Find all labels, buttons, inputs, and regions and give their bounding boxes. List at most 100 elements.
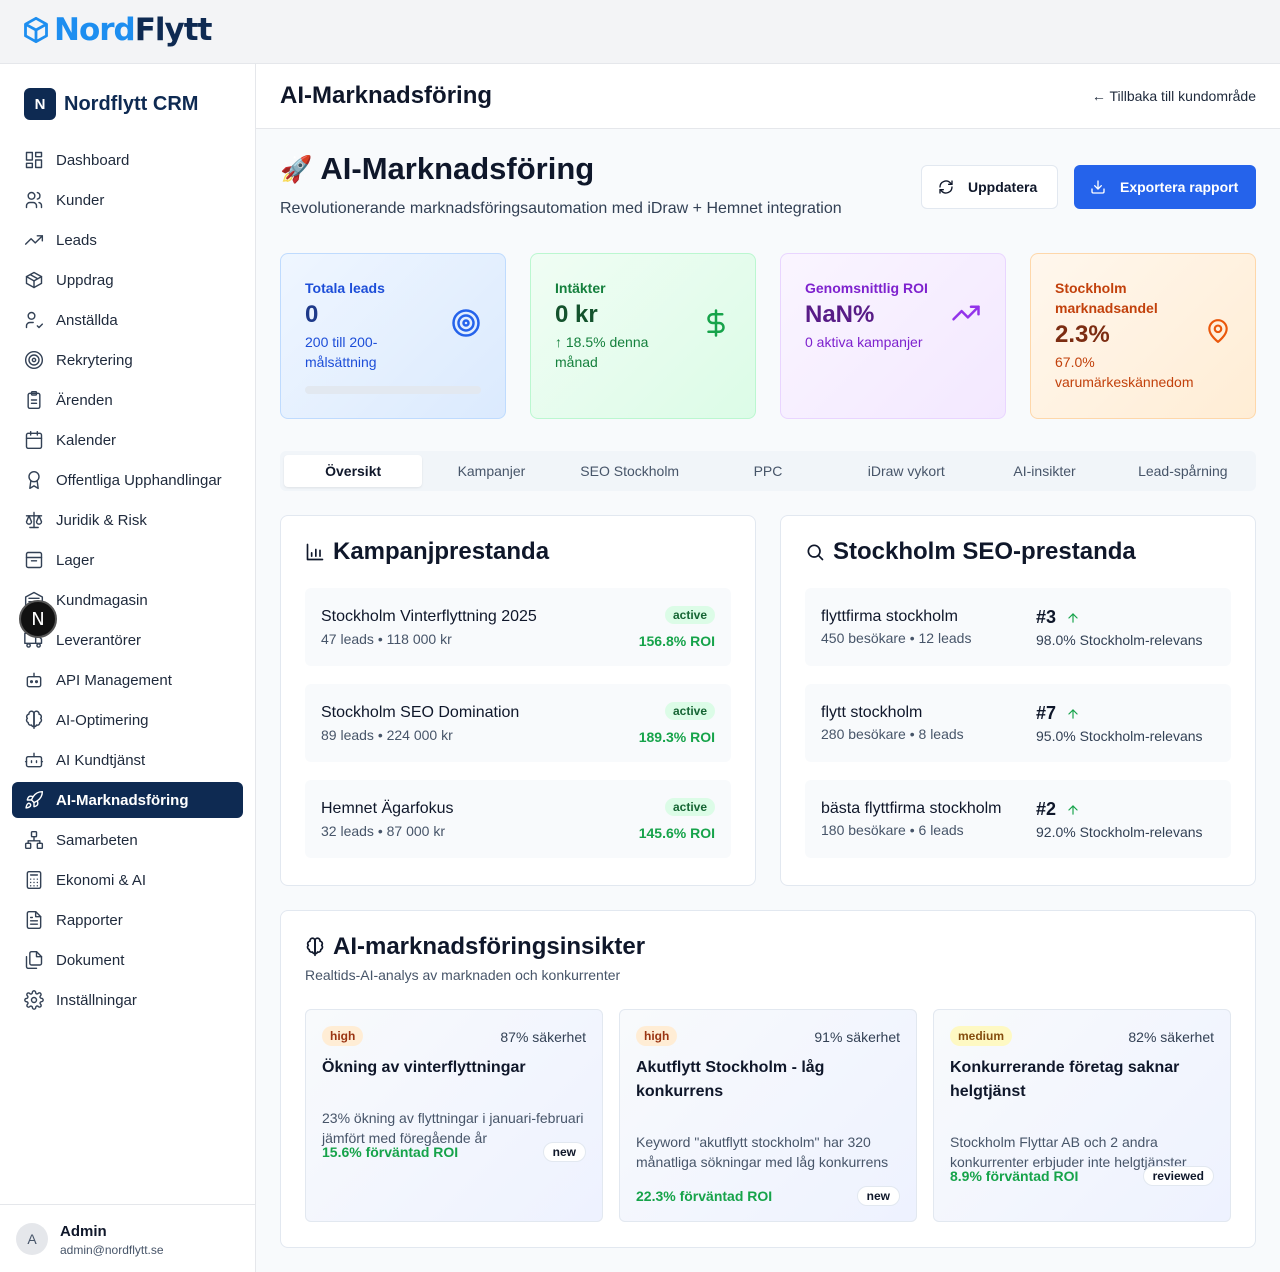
user-check-icon bbox=[25, 311, 44, 329]
dashboard-icon bbox=[25, 151, 43, 169]
rocket-emoji-icon: 🚀 bbox=[280, 153, 313, 184]
award-icon bbox=[28, 470, 40, 490]
back-link[interactable]: ← Tillbaka till kundområde bbox=[1092, 88, 1256, 104]
stat-subtext: 0 aktiva kampanjer bbox=[805, 334, 923, 350]
sidebar-item-uppdrag[interactable]: Uppdrag bbox=[12, 262, 243, 298]
sidebar-item-label: AI-Optimering bbox=[56, 711, 149, 729]
tab-lead-sparning[interactable]: Lead-spårning bbox=[1114, 455, 1252, 487]
brand-wordmark: NordFlytt bbox=[54, 12, 212, 48]
tab-oversikt[interactable]: Översikt bbox=[284, 455, 423, 487]
seo-keyword-row[interactable]: bästa flyttfirma stockholm 180 besökare •… bbox=[805, 780, 1231, 858]
campaign-meta: 32 leads • 87 000 kr bbox=[321, 823, 445, 839]
sidebar-item-label: Inställningar bbox=[56, 991, 137, 1009]
sidebar-item-label: Kundmagasin bbox=[56, 591, 148, 609]
confidence-text: 87% säkerhet bbox=[500, 1029, 586, 1045]
expected-roi: 22.3% förväntad ROI bbox=[636, 1188, 773, 1204]
target-icon bbox=[451, 308, 481, 343]
sidebar-item-label: Leads bbox=[56, 231, 97, 249]
card-title: Kampanjprestanda bbox=[305, 538, 549, 566]
sidebar-item-lager[interactable]: Lager bbox=[12, 542, 243, 578]
sidebar-item-ai-kundtjanst[interactable]: AI Kundtjänst bbox=[12, 742, 243, 778]
sidebar-item-leads[interactable]: Leads bbox=[12, 222, 243, 258]
sidebar-item-dokument[interactable]: Dokument bbox=[12, 942, 243, 978]
insight-title: Ökning av vinterflyttningar bbox=[322, 1059, 526, 1076]
campaign-roi: 145.6% ROI bbox=[638, 825, 715, 841]
file-text-icon bbox=[26, 910, 42, 930]
sidebar-item-label: Rekrytering bbox=[56, 351, 133, 369]
rank-value: #2 bbox=[1036, 799, 1057, 819]
sidebar-item-kalender[interactable]: Kalender bbox=[12, 422, 243, 458]
sidebar-item-label: Lager bbox=[56, 551, 95, 569]
update-button-label: Uppdatera bbox=[968, 179, 1038, 195]
sidebar-item-api-management[interactable]: API Management bbox=[12, 662, 243, 698]
archive-icon bbox=[25, 551, 43, 569]
campaign-row[interactable]: Hemnet Ägarfokus 32 leads • 87 000 kr acti… bbox=[305, 780, 731, 858]
sidebar-item-juridik-risk[interactable]: Juridik & Risk bbox=[12, 502, 243, 538]
sidebar-item-label: Anställda bbox=[56, 311, 118, 329]
sidebar-item-label: Samarbeten bbox=[56, 831, 138, 849]
sidebar-item-rapporter[interactable]: Rapporter bbox=[12, 902, 243, 938]
seo-keyword-row[interactable]: flyttfirma stockholm 450 besökare • 12 le… bbox=[805, 588, 1231, 666]
campaign-roi: 189.3% ROI bbox=[638, 729, 715, 745]
campaign-performance-card: Kampanjprestanda Stockholm Vinterflyttni… bbox=[280, 515, 756, 886]
arrow-up-icon bbox=[1068, 804, 1078, 815]
expected-roi: 8.9% förväntad ROI bbox=[950, 1168, 1079, 1184]
seo-keyword: bästa flyttfirma stockholm bbox=[821, 800, 1002, 817]
seo-keyword: flyttfirma stockholm bbox=[821, 608, 958, 625]
crm-logo-badge: N bbox=[24, 88, 56, 120]
insight-card[interactable]: high 91% säkerhet Akutflytt Stockholm - lå… bbox=[619, 1009, 917, 1222]
expected-roi: 15.6% förväntad ROI bbox=[322, 1144, 459, 1160]
crm-header[interactable]: N Nordflytt CRM bbox=[24, 88, 198, 120]
dev-tools-badge[interactable]: N bbox=[19, 600, 57, 638]
brand-bar: NordFlytt bbox=[0, 0, 1280, 64]
calendar-icon bbox=[25, 430, 43, 450]
sidebar-item-kunder[interactable]: Kunder bbox=[12, 182, 243, 218]
tab-seo-stockholm[interactable]: SEO Stockholm bbox=[561, 455, 699, 487]
confidence-text: 82% säkerhet bbox=[1128, 1029, 1214, 1045]
seo-rank: #7 bbox=[1036, 703, 1080, 724]
sidebar-item-offentliga-upphandlingar[interactable]: Offentliga Upphandlingar bbox=[12, 462, 243, 498]
users-icon bbox=[25, 191, 43, 209]
sidebar-item-ai-optimering[interactable]: AI-Optimering bbox=[12, 702, 243, 738]
tab-idraw-vykort[interactable]: iDraw vykort bbox=[837, 455, 975, 487]
seo-relevance: 95.0% Stockholm-relevans bbox=[1036, 728, 1203, 744]
files-icon bbox=[25, 950, 43, 970]
bot-icon bbox=[26, 672, 42, 688]
campaign-row[interactable]: Stockholm Vinterflyttning 2025 47 leads •… bbox=[305, 588, 731, 666]
seo-keyword-row[interactable]: flytt stockholm 280 besökare • 8 leads #7 9… bbox=[805, 684, 1231, 762]
insight-card[interactable]: high 87% säkerhet Ökning av vinterflyttnin… bbox=[305, 1009, 603, 1222]
sidebar-item-samarbeten[interactable]: Samarbeten bbox=[12, 822, 243, 858]
sidebar-item-rekrytering[interactable]: Rekrytering bbox=[12, 342, 243, 378]
stat-subtext: 67.0% varumärkeskännedom bbox=[1055, 354, 1194, 390]
insight-status-badge: new bbox=[856, 1186, 900, 1206]
user-profile[interactable]: A Admin admin@nordflytt.se bbox=[0, 1204, 255, 1272]
sidebar-item-anstallda[interactable]: Anställda bbox=[12, 302, 243, 338]
stat-card-revenue: Intäkter 0 kr ↑ 18.5% denna månad bbox=[530, 253, 756, 419]
priority-badge: high bbox=[636, 1026, 678, 1046]
sidebar-item-label: Dokument bbox=[56, 951, 125, 969]
rank-value: #7 bbox=[1036, 703, 1057, 723]
sidebar-item-ekonomi-ai[interactable]: Ekonomi & AI bbox=[12, 862, 243, 898]
campaign-name: Hemnet Ägarfokus bbox=[321, 800, 454, 817]
user-name: Admin bbox=[60, 1223, 107, 1240]
ai-insights-card: AI-marknadsföringsinsikter Realtids-AI-a… bbox=[280, 910, 1256, 1248]
insight-description: 23% ökning av flyttningar i januari-febr… bbox=[322, 1110, 584, 1146]
robot-icon bbox=[24, 752, 44, 768]
campaign-row[interactable]: Stockholm SEO Domination 89 leads • 224 0… bbox=[305, 684, 731, 762]
seo-performance-card: Stockholm SEO-prestanda flyttfirma stock… bbox=[780, 515, 1256, 886]
sidebar-item-ai-marknadsforing[interactable]: AI-Marknadsföring bbox=[12, 782, 243, 818]
tab-kampanjer[interactable]: Kampanjer bbox=[422, 455, 560, 487]
sidebar: N Nordflytt CRM Dashboard Kunder Leads Uppd… bbox=[0, 64, 256, 1272]
sidebar-item-label: Ekonomi & AI bbox=[56, 871, 147, 889]
nordflytt-logo[interactable]: NordFlytt bbox=[22, 12, 212, 48]
insight-description: Keyword "akutflytt stockholm" har 320 må… bbox=[636, 1134, 889, 1170]
sidebar-item-dashboard[interactable]: Dashboard bbox=[12, 142, 243, 178]
status-badge: active bbox=[664, 606, 715, 624]
tab-ppc[interactable]: PPC bbox=[699, 455, 837, 487]
sidebar-item-arenden[interactable]: Ärenden bbox=[12, 382, 243, 418]
insight-card[interactable]: medium 82% säkerhet Konkurrerande företag … bbox=[933, 1009, 1231, 1222]
export-report-button[interactable]: Exportera rapport bbox=[1074, 165, 1256, 209]
update-button[interactable]: Uppdatera bbox=[921, 165, 1058, 209]
tab-ai-insikter[interactable]: AI-insikter bbox=[975, 455, 1113, 487]
sidebar-item-installningar[interactable]: Inställningar bbox=[12, 982, 243, 1018]
